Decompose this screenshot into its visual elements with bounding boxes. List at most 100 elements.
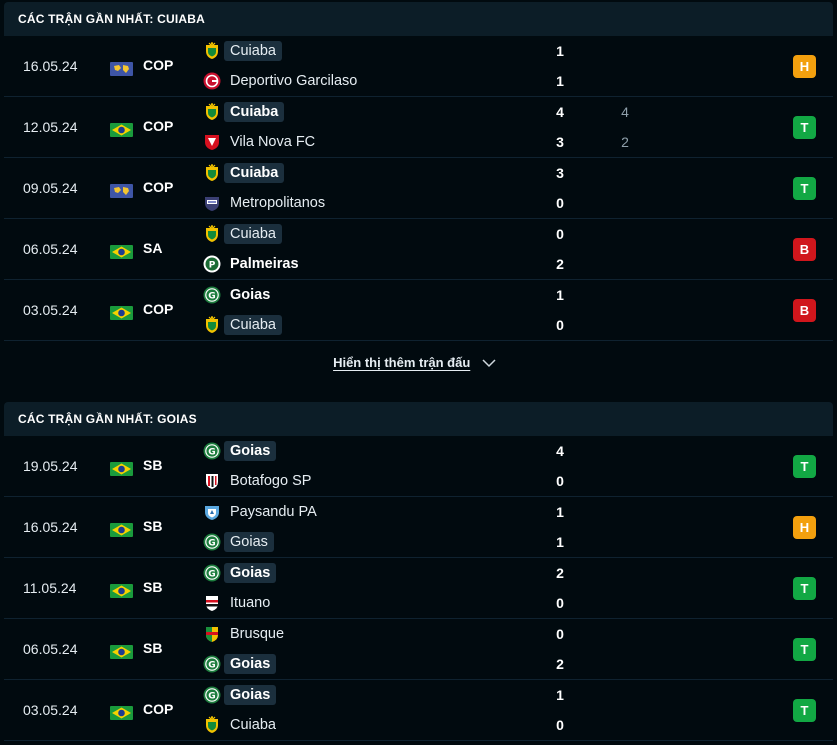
palmeiras-crest-icon: P [203,255,221,273]
brazil-flag-icon [110,523,133,537]
result-badge: T [793,577,816,600]
cuiaba-crest-icon [203,103,221,121]
section-goias: CÁC TRẬN GẦN NHẤT: GOIAS 19.05.24 SB G Goia… [4,402,833,741]
away-score: 0 [556,317,564,333]
home-team-name: Paysandu PA [230,504,317,520]
home-team[interactable]: G Goias [203,439,277,463]
league-code: SB [143,579,163,595]
match-row[interactable]: 06.05.24 SA Cuiaba P Palmeiras 0 2 B [4,219,833,280]
home-score: 1 [556,687,564,703]
svg-text:P: P [209,261,216,271]
league-code: COP [143,118,174,134]
away-team[interactable]: Vila Nova FC [203,130,321,154]
garcilaso-crest-icon [203,72,221,90]
away-team[interactable]: Metropolitanos [203,191,331,215]
svg-text:G: G [208,570,215,580]
result-badge: B [793,299,816,322]
match-date: 16.05.24 [23,519,78,535]
league-code: SA [143,240,163,256]
paysandu-crest-icon [203,503,221,521]
away-team[interactable]: Cuiaba [203,713,282,737]
match-date: 09.05.24 [23,180,78,196]
home-team[interactable]: Cuiaba [203,161,285,185]
world-flag-icon [110,62,133,76]
show-more-label[interactable]: Hiển thị thêm trận đấu [333,355,470,370]
away-team[interactable]: G Goias [203,652,277,676]
result-badge: B [793,238,816,261]
match-row[interactable]: 06.05.24 SB Brusque G Goias 0 2 T [4,619,833,680]
cuiaba-crest-icon [203,225,221,243]
away-team[interactable]: Cuiaba [203,313,282,337]
away-team[interactable]: Ituano [203,591,276,615]
match-row[interactable]: 09.05.24 COP Cuiaba Metropolitanos 3 0 T [4,158,833,219]
brazil-flag-icon [110,584,133,598]
away-team-name: Deportivo Garcilaso [230,73,358,89]
away-team[interactable]: G Goias [203,530,274,554]
home-score: 1 [556,504,564,520]
svg-text:G: G [208,448,215,458]
home-team-name: Brusque [230,626,285,642]
brusque-crest-icon [203,625,221,643]
brazil-flag-icon [110,245,133,259]
goias-crest-icon: G [203,533,221,551]
home-team[interactable]: G Goias [203,683,277,707]
home-team[interactable]: Cuiaba [203,39,282,63]
match-row[interactable]: 03.05.24 COP G Goias Cuiaba 1 0 T [4,680,833,741]
home-score: 3 [556,165,564,181]
away-penalty-score: 2 [621,134,629,150]
chevron-down-icon [482,359,496,368]
section-title: CÁC TRẬN GẦN NHẤT: CUIABA [4,2,833,36]
away-score: 0 [556,717,564,733]
svg-text:G: G [208,292,215,302]
match-date: 11.05.24 [23,580,77,596]
home-team[interactable]: G Goias [203,561,277,585]
cuiaba-crest-icon [203,42,221,60]
away-team-name: Cuiaba [224,315,282,335]
match-row[interactable]: 03.05.24 COP G Goias Cuiaba 1 0 B [4,280,833,341]
match-date: 03.05.24 [23,702,78,718]
result-badge: H [793,516,816,539]
home-team-name: Goias [224,441,277,461]
cuiaba-crest-icon [203,716,221,734]
home-team[interactable]: G Goias [203,283,276,307]
away-score: 0 [556,195,564,211]
league-code: COP [143,57,174,73]
match-row[interactable]: 12.05.24 COP Cuiaba Vila Nova FC 4 3 4 2 T [4,97,833,158]
home-team[interactable]: Paysandu PA [203,500,323,524]
match-row[interactable]: 19.05.24 SB G Goias Botafogo SP 4 0 T [4,436,833,497]
home-team-name: Cuiaba [224,102,285,122]
match-row[interactable]: 11.05.24 SB G Goias Ituano 2 0 T [4,558,833,619]
brazil-flag-icon [110,706,133,720]
match-row[interactable]: 16.05.24 COP Cuiaba Deportivo Garcilaso 1 1 H [4,36,833,97]
home-team[interactable]: Cuiaba [203,100,285,124]
match-date: 03.05.24 [23,302,78,318]
away-team-name: Botafogo SP [230,473,312,489]
away-team-name: Goias [224,654,277,674]
result-badge: H [793,55,816,78]
match-row[interactable]: 16.05.24 SB Paysandu PA G Goias 1 1 H [4,497,833,558]
brazil-flag-icon [110,123,133,137]
away-score: 2 [556,256,564,272]
brazil-flag-icon [110,462,133,476]
goias-crest-icon: G [203,442,221,460]
away-team[interactable]: Botafogo SP [203,469,317,493]
home-team[interactable]: Brusque [203,622,290,646]
home-score: 4 [556,104,564,120]
away-team[interactable]: P Palmeiras [203,252,305,276]
away-team-name: Vila Nova FC [230,134,316,150]
home-team[interactable]: Cuiaba [203,222,282,246]
away-score: 1 [556,534,564,550]
away-team[interactable]: Deportivo Garcilaso [203,69,363,93]
home-score: 0 [556,226,564,242]
show-more-matches[interactable]: Hiển thị thêm trận đấu [0,355,829,370]
away-team-name: Goias [224,532,274,552]
result-badge: T [793,455,816,478]
league-code: SB [143,457,163,473]
home-score: 1 [556,287,564,303]
league-code: COP [143,179,174,195]
away-score: 3 [556,134,564,150]
league-code: COP [143,701,174,717]
goias-crest-icon: G [203,286,221,304]
home-score: 0 [556,626,564,642]
svg-text:G: G [208,539,215,549]
